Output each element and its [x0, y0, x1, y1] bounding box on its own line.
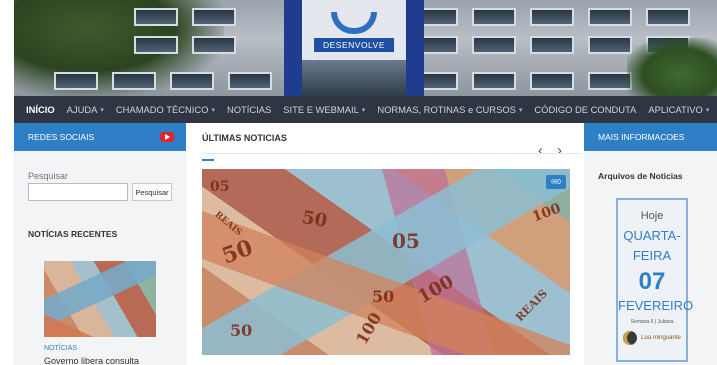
header-banner: DESENVOLVE — [14, 0, 717, 96]
comment-count: 0 — [556, 178, 561, 186]
logo-swoosh-icon — [331, 12, 377, 34]
moon-phase-label: Lua minguante — [641, 335, 681, 341]
date-weekday-line1: QUARTA- — [623, 228, 681, 243]
chevron-down-icon: ▾ — [518, 106, 523, 114]
more-info-title: MAIS INFORMACOES — [598, 132, 685, 142]
divider-accent — [202, 159, 214, 161]
building-entrance — [302, 60, 406, 96]
banknote-label: 50 — [300, 206, 329, 233]
banknote-label: 50 — [230, 321, 253, 340]
social-header: REDES SOCIAIS — [14, 123, 186, 151]
chevron-down-icon: ▾ — [705, 106, 710, 114]
nav-item-codigo-conduta[interactable]: CÓDIGO DE CONDUTA — [534, 104, 636, 115]
nav-item-normas[interactable]: NORMAS, ROTINAS e CURSOS ▾ — [377, 104, 522, 115]
divider — [202, 153, 580, 154]
carousel-prev-button[interactable]: ‹ — [538, 143, 543, 158]
more-info-header: MAIS INFORMACOES — [584, 123, 717, 151]
date-today-label: Hoje — [640, 210, 664, 222]
featured-news-image[interactable]: 50 05 50 100 50 REAIS 100 05 50 100 REAI… — [202, 169, 570, 355]
banknote-label: REAIS — [513, 287, 551, 324]
nav-item-noticias[interactable]: NOTÍCIAS — [227, 104, 271, 115]
moon-icon — [623, 331, 638, 345]
recent-news-title: NOTÍCIAS RECENTES — [28, 229, 118, 239]
latest-news-title: ÚLTIMAS NOTICIAS — [202, 133, 287, 143]
logo-subline — [314, 54, 394, 59]
tree-foliage — [627, 38, 717, 96]
banknote-label: 50 — [372, 287, 395, 306]
recent-news-thumbnail[interactable] — [44, 261, 156, 337]
banknote-label: 05 — [392, 229, 420, 253]
company-logo[interactable]: DESENVOLVE — [314, 12, 394, 60]
carousel-next-button[interactable]: › — [557, 143, 562, 158]
main-nav: INÍCIO AJUDA ▾ CHAMADO TÉCNICO ▾ NOTÍCIAS … — [14, 96, 717, 123]
nav-item-inicio[interactable]: INÍCIO — [26, 104, 55, 115]
banknote-label: 50 — [218, 234, 257, 270]
banknote-label: 100 — [414, 271, 458, 308]
recent-news-headline[interactable]: Governo libera consulta — [44, 356, 139, 365]
logo-text: DESENVOLVE — [314, 38, 394, 52]
banknote-label: 05 — [210, 179, 230, 195]
chevron-down-icon: ▾ — [211, 106, 215, 114]
nav-item-site-webmail[interactable]: SITE E WEBMAIL ▾ — [283, 104, 365, 115]
building-windows — [414, 8, 690, 26]
banknote-label: REAIS — [212, 209, 244, 239]
date-month: FEVEREIRO — [618, 298, 694, 313]
date-widget: Hoje QUARTA- FEIRA 07 FEVEREIRO Semana 6… — [616, 198, 694, 362]
building-windows — [54, 72, 272, 90]
search-input[interactable] — [28, 183, 128, 201]
nav-item-aplicativo[interactable]: APLICATIVO ▾ — [648, 104, 709, 115]
search-label: Pesquisar — [28, 171, 69, 181]
right-sidebar: Arquivos de Noticias Hoje QUARTA- FEIRA … — [584, 151, 717, 365]
chevron-down-icon: ▾ — [361, 106, 366, 114]
building-windows — [134, 8, 236, 26]
search-button[interactable]: Pesquisar — [132, 183, 172, 201]
date-day-number: 07 — [638, 268, 666, 295]
date-weekday-line2: FEIRA — [632, 248, 672, 263]
left-sidebar: Pesquisar Pesquisar NOTÍCIAS RECENTES NO… — [14, 151, 186, 365]
banknote-label: 100 — [530, 200, 564, 226]
nav-item-chamado-tecnico[interactable]: CHAMADO TÉCNICO ▾ — [116, 104, 215, 115]
banknote-label: 100 — [352, 309, 386, 348]
news-archive-title: Arquivos de Noticias — [598, 171, 683, 181]
date-week-info: Semana 6 | Juliana — [630, 319, 674, 325]
comment-count-badge[interactable]: ✉ 0 — [546, 175, 566, 189]
recent-news-category[interactable]: NOTÍCIAS — [44, 345, 77, 352]
building-windows — [134, 36, 236, 54]
youtube-icon[interactable] — [160, 132, 174, 142]
social-title: REDES SOCIAIS — [28, 132, 95, 142]
latest-news-panel: ÚLTIMAS NOTICIAS ‹ › 50 05 50 100 50 REA… — [186, 123, 584, 365]
chevron-down-icon: ▾ — [100, 106, 104, 114]
nav-item-ajuda[interactable]: AJUDA ▾ — [67, 104, 104, 115]
moon-phase: Lua minguante — [618, 331, 686, 345]
